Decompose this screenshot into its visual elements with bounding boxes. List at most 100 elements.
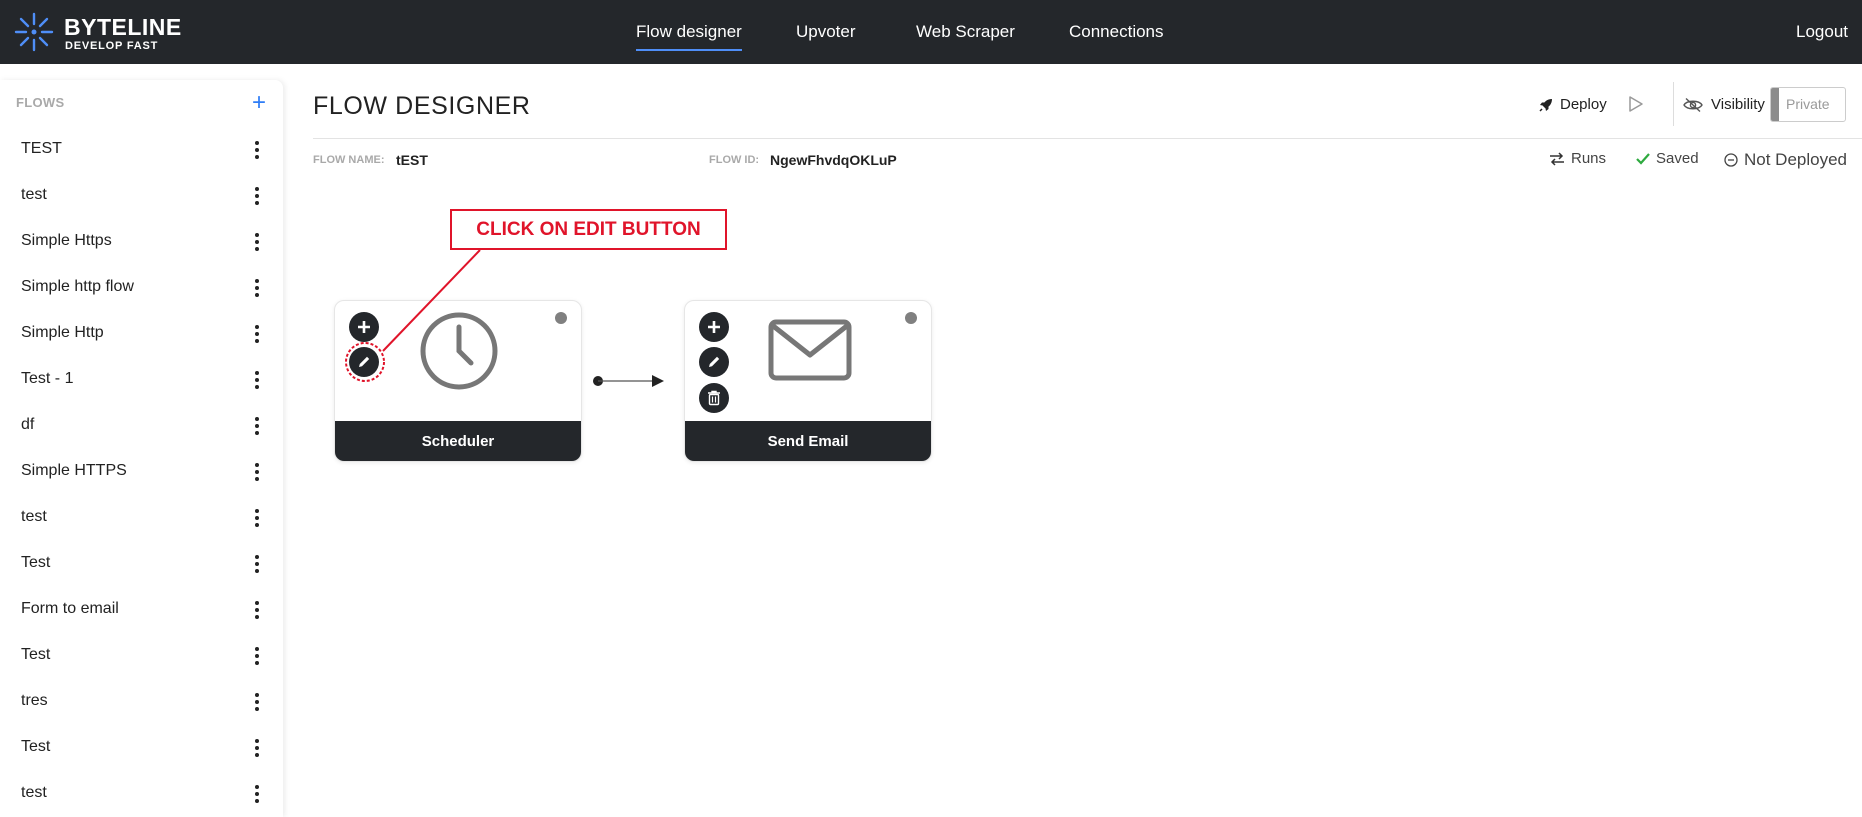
kebab-menu-icon[interactable]	[253, 647, 261, 665]
plus-icon	[708, 321, 720, 333]
visibility-value: Private	[1786, 96, 1830, 112]
kebab-menu-icon[interactable]	[253, 601, 261, 619]
flow-item[interactable]: test	[0, 770, 283, 816]
flow-item-label: test	[21, 784, 47, 801]
flow-item[interactable]: Test	[0, 540, 283, 586]
node-label: Scheduler	[335, 421, 581, 461]
runs-label: Runs	[1571, 150, 1607, 167]
flow-list: TEST test Simple Https Simple http flow …	[0, 126, 283, 816]
flow-item[interactable]: test	[0, 172, 283, 218]
flow-item-label: Simple http flow	[21, 278, 134, 295]
flow-item-label: Test - 1	[21, 370, 74, 387]
flow-item-label: test	[21, 186, 47, 203]
flow-item[interactable]: TEST	[0, 126, 283, 172]
deploy-label: Deploy	[1560, 96, 1607, 113]
nav-connections[interactable]: Connections	[1069, 22, 1164, 42]
flow-item[interactable]: Form to email	[0, 586, 283, 632]
flow-item-label: Simple Http	[21, 324, 104, 341]
eye-slash-icon	[1683, 97, 1703, 112]
plus-icon	[358, 321, 370, 333]
check-icon	[1636, 152, 1650, 165]
flow-item[interactable]: Test	[0, 632, 283, 678]
visibility-control[interactable]: Visibility	[1683, 96, 1765, 113]
send-email-node[interactable]: Send Email	[684, 300, 932, 462]
flow-item[interactable]: Test - 1	[0, 356, 283, 402]
flow-item[interactable]: tres	[0, 678, 283, 724]
kebab-menu-icon[interactable]	[253, 233, 261, 251]
kebab-menu-icon[interactable]	[253, 463, 261, 481]
add-node-button[interactable]	[699, 312, 729, 342]
visibility-toggle[interactable]: Private	[1770, 87, 1846, 122]
flow-item-label: Test	[21, 738, 51, 755]
saved-label: Saved	[1656, 150, 1699, 167]
flow-item[interactable]: Simple HTTPS	[0, 448, 283, 494]
add-node-button[interactable]	[349, 312, 379, 342]
flow-item-label: Form to email	[21, 600, 119, 617]
edit-node-button[interactable]	[349, 347, 379, 377]
deploy-button[interactable]: Deploy	[1538, 96, 1607, 113]
sidebar-header: FLOWS +	[16, 89, 266, 116]
byteline-logo[interactable]: BYTELINE DEVELOP FAST	[12, 10, 181, 54]
node-label: Send Email	[685, 421, 931, 461]
kebab-menu-icon[interactable]	[253, 187, 261, 205]
node-status-dot	[555, 312, 567, 324]
flow-item[interactable]: Simple Https	[0, 218, 283, 264]
visibility-label: Visibility	[1711, 96, 1765, 113]
scheduler-node[interactable]: Scheduler	[334, 300, 582, 462]
nav-web-scraper[interactable]: Web Scraper	[916, 22, 1015, 42]
runs-link[interactable]: Runs	[1549, 150, 1606, 167]
kebab-menu-icon[interactable]	[253, 693, 261, 711]
annotation-callout: CLICK ON EDIT BUTTON	[450, 209, 727, 250]
rocket-icon	[1539, 98, 1552, 112]
pencil-icon	[709, 356, 720, 367]
toggle-knob	[1771, 88, 1779, 121]
flow-item[interactable]: df	[0, 402, 283, 448]
flow-id-label: FLOW ID:	[709, 154, 760, 166]
flow-item-label: df	[21, 416, 35, 433]
top-navbar: BYTELINE DEVELOP FAST Flow designer Upvo…	[0, 0, 1862, 64]
envelope-icon	[768, 319, 852, 381]
flow-item-label: tres	[21, 692, 48, 709]
kebab-menu-icon[interactable]	[253, 785, 261, 803]
nav-upvoter[interactable]: Upvoter	[796, 22, 856, 42]
flow-name-label: FLOW NAME:	[313, 154, 385, 166]
flow-item[interactable]: Simple Http	[0, 310, 283, 356]
flow-item-label: Test	[21, 646, 51, 663]
trash-icon	[708, 390, 720, 406]
flow-item-label: test	[21, 508, 47, 525]
delete-node-button[interactable]	[699, 383, 729, 413]
play-icon	[1629, 96, 1643, 112]
kebab-menu-icon[interactable]	[253, 325, 261, 343]
swap-arrows-icon	[1550, 151, 1564, 166]
flow-item-label: Simple Https	[21, 232, 112, 249]
sidebar-title: FLOWS	[16, 95, 65, 110]
run-flow-button[interactable]	[1628, 95, 1644, 118]
flow-item[interactable]: Test	[0, 724, 283, 770]
logout-link[interactable]: Logout	[1796, 22, 1848, 42]
flow-item[interactable]: Simple http flow	[0, 264, 283, 310]
page-title: FLOW DESIGNER	[313, 92, 531, 120]
clock-icon	[420, 312, 498, 390]
nav-flow-designer[interactable]: Flow designer	[636, 22, 742, 51]
plus-icon: +	[251, 89, 266, 116]
kebab-menu-icon[interactable]	[253, 509, 261, 527]
kebab-menu-icon[interactable]	[253, 371, 261, 389]
brand-subtitle: DEVELOP FAST	[65, 40, 159, 52]
minus-circle-icon	[1724, 153, 1738, 167]
flow-item-label: Test	[21, 554, 51, 571]
pencil-icon	[359, 356, 370, 367]
kebab-menu-icon[interactable]	[253, 279, 261, 297]
header-divider	[1673, 82, 1674, 126]
add-flow-button[interactable]: +	[252, 89, 266, 117]
brand-title: BYTELINE	[64, 14, 182, 40]
kebab-menu-icon[interactable]	[253, 141, 261, 159]
flow-item[interactable]: test	[0, 494, 283, 540]
edit-node-button[interactable]	[699, 347, 729, 377]
flow-item-label: TEST	[21, 140, 62, 157]
kebab-menu-icon[interactable]	[253, 739, 261, 757]
flows-sidebar: FLOWS + TEST test Simple Https Simple ht…	[0, 80, 283, 817]
kebab-menu-icon[interactable]	[253, 555, 261, 573]
kebab-menu-icon[interactable]	[253, 417, 261, 435]
flow-id-value: NgewFhvdqOKLuP	[770, 152, 897, 168]
header-rule	[313, 138, 1862, 139]
